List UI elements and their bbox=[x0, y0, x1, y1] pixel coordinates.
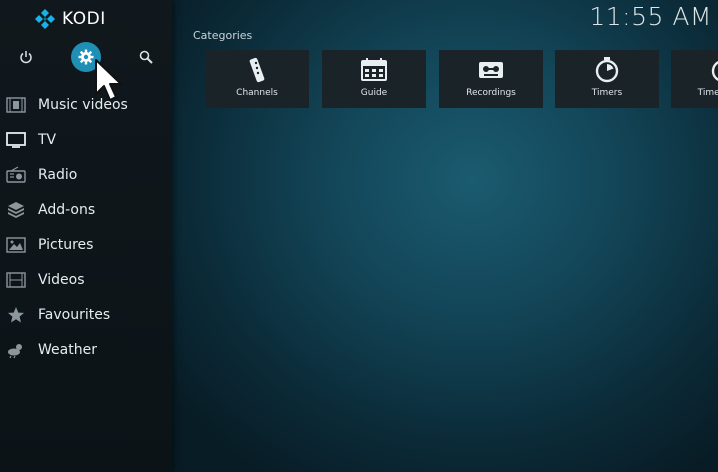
sidebar-item-label: Pictures bbox=[38, 236, 94, 253]
timer-icon bbox=[595, 56, 619, 84]
sidebar-item-videos[interactable]: Videos bbox=[0, 262, 172, 297]
main-menu: Music videos TV Radio Add-ons Pictures V… bbox=[0, 87, 172, 367]
tile-label: Recordings bbox=[466, 88, 516, 98]
tile-label: Timers bbox=[591, 88, 623, 98]
sidebar-item-label: Weather bbox=[38, 341, 97, 358]
power-icon bbox=[20, 51, 32, 64]
mouse-pointer-icon bbox=[95, 59, 122, 101]
kodi-logo: KODI bbox=[34, 8, 106, 30]
tile-label: Channels bbox=[236, 88, 278, 98]
star-icon bbox=[6, 305, 26, 325]
guide-icon bbox=[361, 56, 387, 84]
sidebar-item-favourites[interactable]: Favourites bbox=[0, 297, 172, 332]
clock: 11:55 AM bbox=[589, 2, 712, 31]
tile-channels[interactable]: Channels bbox=[205, 50, 309, 108]
search-icon bbox=[139, 50, 153, 64]
tile-label: Timer rules bbox=[697, 88, 718, 98]
videos-icon bbox=[6, 270, 26, 290]
weather-icon bbox=[6, 340, 26, 360]
pictures-icon bbox=[6, 235, 26, 255]
recordings-icon bbox=[478, 56, 504, 84]
sidebar-item-label: Add-ons bbox=[38, 201, 96, 218]
kodi-logo-icon bbox=[35, 9, 55, 29]
timer-rules-icon bbox=[711, 56, 718, 84]
tile-guide[interactable]: Guide bbox=[322, 50, 426, 108]
sidebar-item-weather[interactable]: Weather bbox=[0, 332, 172, 367]
tile-label: Guide bbox=[360, 88, 388, 98]
logo-text: KODI bbox=[62, 9, 106, 29]
addons-icon bbox=[6, 200, 26, 220]
category-tiles: Channels Guide Recordings Timers Time bbox=[205, 50, 718, 108]
sidebar: KODI Music videos TV Radio Add-ons Pictu… bbox=[0, 0, 172, 472]
sidebar-item-label: Favourites bbox=[38, 306, 111, 323]
tv-icon bbox=[6, 130, 26, 150]
music-video-icon bbox=[6, 95, 26, 115]
tile-timer-rules[interactable]: Timer rules bbox=[671, 50, 718, 108]
sidebar-item-label: Videos bbox=[38, 271, 85, 288]
sidebar-item-addons[interactable]: Add-ons bbox=[0, 192, 172, 227]
remote-icon bbox=[248, 56, 266, 84]
power-button[interactable] bbox=[11, 42, 41, 72]
sidebar-item-tv[interactable]: TV bbox=[0, 122, 172, 157]
sidebar-item-pictures[interactable]: Pictures bbox=[0, 227, 172, 262]
sidebar-item-label: Radio bbox=[38, 166, 78, 183]
sidebar-item-music-videos[interactable]: Music videos bbox=[0, 87, 172, 122]
sidebar-item-radio[interactable]: Radio bbox=[0, 157, 172, 192]
tile-recordings[interactable]: Recordings bbox=[439, 50, 543, 108]
tile-timers[interactable]: Timers bbox=[555, 50, 659, 108]
radio-icon bbox=[6, 165, 26, 185]
search-button[interactable] bbox=[131, 42, 161, 72]
sidebar-item-label: TV bbox=[38, 131, 57, 148]
categories-title: Categories bbox=[193, 29, 253, 42]
